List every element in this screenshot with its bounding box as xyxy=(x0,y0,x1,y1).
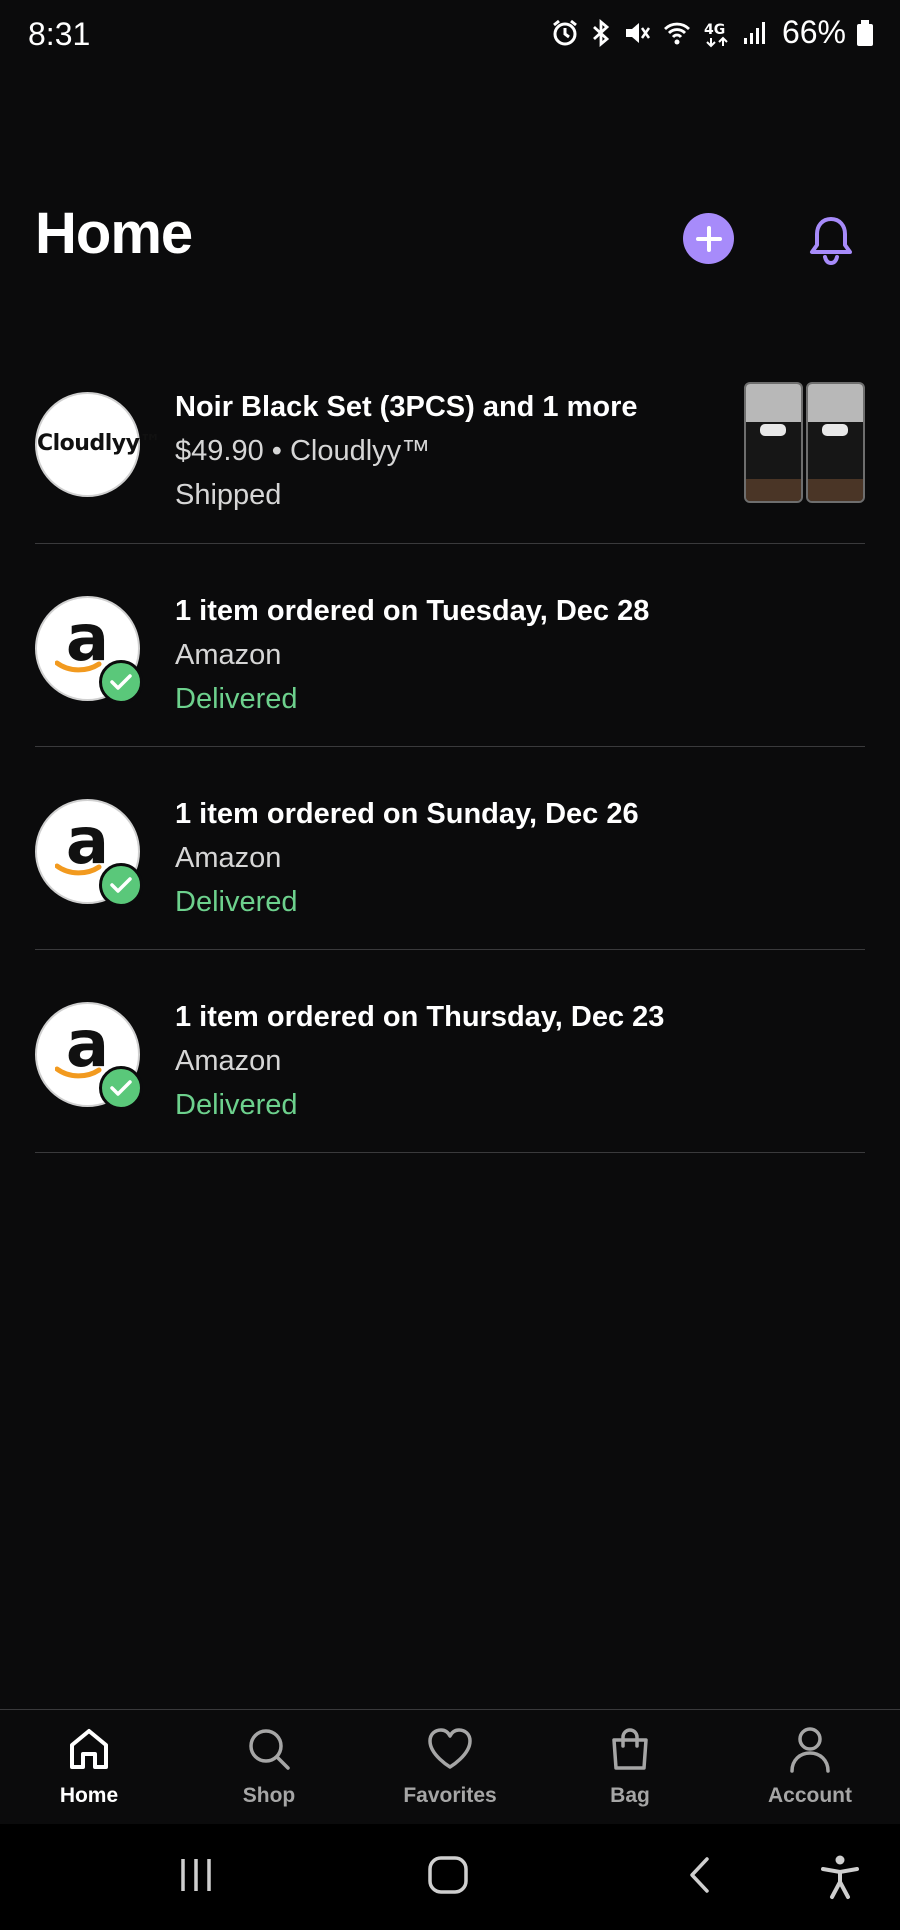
nav-item-shop[interactable]: Shop xyxy=(199,1722,339,1808)
order-details: 1 item ordered on Thursday, Dec 23 Amazo… xyxy=(175,995,664,1127)
order-thumbnails xyxy=(744,382,865,503)
search-icon xyxy=(249,1729,290,1770)
nav-label: Bag xyxy=(610,1784,650,1807)
nav-label: Account xyxy=(768,1784,852,1807)
merchant-logo-amazon: a xyxy=(35,1002,143,1110)
merchant-logo-text: Cloudlyy™ xyxy=(37,431,161,456)
battery-percent: 66% xyxy=(781,14,846,50)
delivered-check-icon xyxy=(99,660,143,704)
order-title: 1 item ordered on Thursday, Dec 23 xyxy=(175,1001,665,1033)
bell-icon xyxy=(810,217,852,266)
page-header: Home xyxy=(0,200,900,280)
status-time: 8:31 xyxy=(28,16,91,52)
delivered-check-icon xyxy=(99,1066,143,1110)
plus-icon xyxy=(695,225,722,252)
order-title: Noir Black Set (3PCS) and 1 more xyxy=(175,391,638,423)
merchant-logo-amazon: a xyxy=(35,596,143,704)
delivered-check-icon xyxy=(99,863,143,907)
order-title: 1 item ordered on Tuesday, Dec 28 xyxy=(175,595,650,627)
status-bar: 8:31 4G 66% xyxy=(0,0,900,72)
order-subtitle: Amazon xyxy=(175,1045,282,1077)
order-details: Noir Black Set (3PCS) and 1 more $49.90 … xyxy=(175,385,638,517)
amazon-smile-icon xyxy=(55,863,102,876)
nav-item-bag[interactable]: Bag xyxy=(560,1722,700,1808)
product-thumbnail xyxy=(744,382,803,503)
back-button[interactable] xyxy=(683,1854,717,1896)
product-thumbnail xyxy=(806,382,865,503)
order-item[interactable]: a 1 item ordered on Sunday, Dec 26 Amazo… xyxy=(35,747,865,950)
recents-button[interactable] xyxy=(175,1854,217,1896)
wifi-icon xyxy=(662,18,692,48)
order-subtitle: Amazon xyxy=(175,639,282,671)
order-status: Delivered xyxy=(175,1089,298,1121)
mute-icon xyxy=(622,18,652,48)
system-navigation-bar xyxy=(0,1824,900,1930)
order-item[interactable]: Cloudlyy™ Noir Black Set (3PCS) and 1 mo… xyxy=(35,340,865,544)
home-icon xyxy=(70,1729,108,1769)
heart-icon xyxy=(428,1728,472,1769)
back-icon xyxy=(690,1857,709,1893)
alarm-icon xyxy=(550,18,580,48)
bluetooth-icon xyxy=(590,18,612,48)
order-status: Shipped xyxy=(175,479,282,511)
nav-item-account[interactable]: Account xyxy=(740,1722,880,1808)
4g-icon: 4G xyxy=(702,18,732,48)
order-list: Cloudlyy™ Noir Black Set (3PCS) and 1 mo… xyxy=(35,340,865,1153)
order-item[interactable]: a 1 item ordered on Thursday, Dec 23 Ama… xyxy=(35,950,865,1153)
bag-icon xyxy=(612,1728,648,1770)
amazon-smile-icon xyxy=(55,660,102,673)
page-title: Home xyxy=(35,201,193,266)
bottom-navigation: Home Shop Favorites Bag Account xyxy=(0,1709,900,1824)
accessibility-icon xyxy=(821,1855,859,1899)
status-icons: 4G 66% xyxy=(550,14,874,51)
svg-text:4G: 4G xyxy=(704,22,725,38)
recents-icon xyxy=(181,1859,211,1891)
battery-icon xyxy=(856,18,874,48)
app-screen: 8:31 4G 66% Home Cloudlyy™ Noir Black Se… xyxy=(0,0,900,1930)
home-circle-icon xyxy=(428,1856,468,1894)
order-subtitle: $49.90 • Cloudlyy™ xyxy=(175,435,431,467)
order-details: 1 item ordered on Sunday, Dec 26 Amazon … xyxy=(175,792,639,924)
merchant-logo-cloudlyy: Cloudlyy™ xyxy=(35,392,161,497)
order-item[interactable]: a 1 item ordered on Tuesday, Dec 28 Amaz… xyxy=(35,544,865,747)
home-system-button[interactable] xyxy=(426,1854,470,1896)
order-subtitle: Amazon xyxy=(175,842,282,874)
order-details: 1 item ordered on Tuesday, Dec 28 Amazon… xyxy=(175,589,649,721)
add-button[interactable] xyxy=(683,213,734,264)
merchant-logo-amazon: a xyxy=(35,799,143,907)
nav-item-favorites[interactable]: Favorites xyxy=(380,1722,520,1808)
order-status: Delivered xyxy=(175,683,298,715)
person-icon xyxy=(790,1727,830,1773)
order-status: Delivered xyxy=(175,886,298,918)
order-title: 1 item ordered on Sunday, Dec 26 xyxy=(175,798,639,830)
nav-label: Home xyxy=(59,1784,119,1807)
nav-item-home[interactable]: Home xyxy=(19,1722,159,1808)
notifications-button[interactable] xyxy=(805,212,857,268)
amazon-smile-icon xyxy=(55,1066,102,1079)
nav-label: Favorites xyxy=(403,1784,497,1807)
accessibility-button[interactable] xyxy=(818,1854,862,1900)
nav-label: Shop xyxy=(242,1784,296,1807)
signal-icon xyxy=(742,18,768,48)
